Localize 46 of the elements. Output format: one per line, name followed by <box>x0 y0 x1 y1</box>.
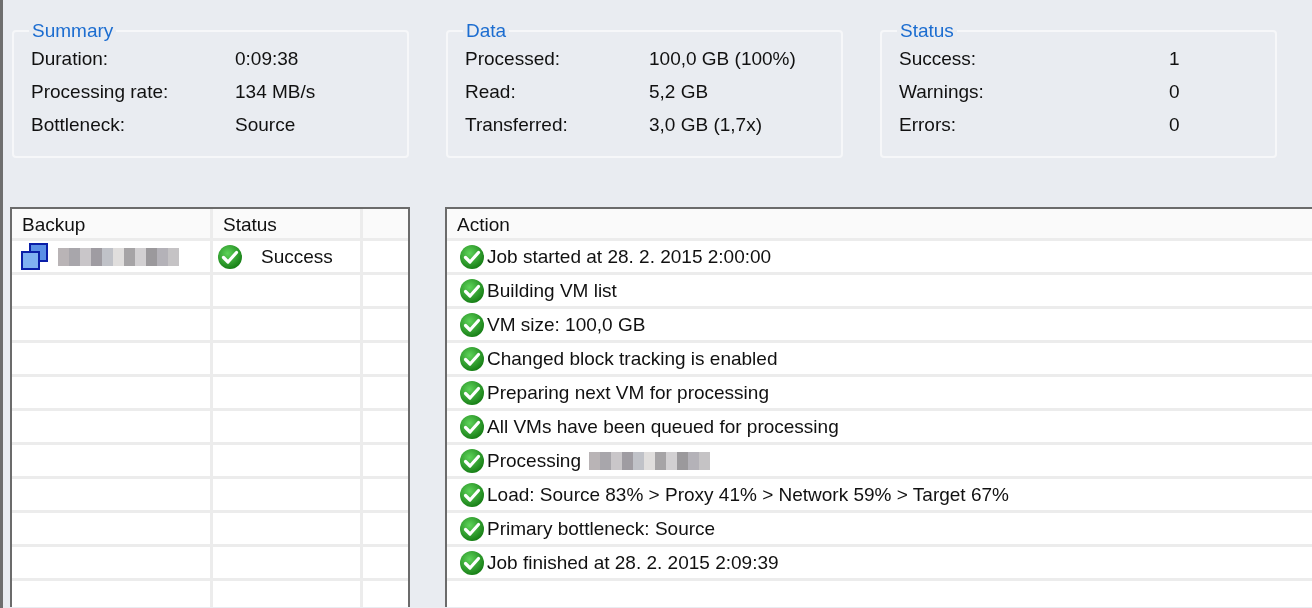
field-label: Duration: <box>31 48 110 70</box>
check-icon <box>459 515 485 542</box>
field-value: 0:09:38 <box>235 48 299 70</box>
field-value: 134 MB/s <box>235 81 316 103</box>
field-value: 0 <box>1169 81 1180 103</box>
field-value: 100,0 GB (100%) <box>649 48 796 70</box>
action-text: Primary bottleneck: Source <box>487 517 716 540</box>
action-text: Job finished at 28. 2. 2015 2:09:39 <box>487 551 779 574</box>
field-label: Bottleneck: <box>31 114 126 136</box>
vm-icon <box>18 241 50 272</box>
check-icon <box>217 243 243 270</box>
action-text: Load: Source 83% > Proxy 41% > Network 59% > Target 67% <box>487 483 1009 506</box>
action-text: Changed block tracking is enabled <box>487 347 778 370</box>
action-text: Preparing next VM for processing <box>487 381 769 404</box>
check-icon <box>459 549 485 576</box>
status-text: Success <box>261 245 333 268</box>
field-value: Source <box>235 114 296 136</box>
action-text: VM size: 100,0 GB <box>487 313 646 336</box>
action-text: Processing <box>487 449 581 472</box>
field-label: Processing rate: <box>31 81 170 103</box>
field-label: Errors: <box>899 114 957 136</box>
check-icon <box>459 243 485 270</box>
field-value: 5,2 GB <box>649 81 709 103</box>
check-icon <box>459 277 485 304</box>
field-label: Success: <box>899 48 978 70</box>
check-icon <box>459 447 485 474</box>
check-icon <box>459 311 485 338</box>
field-value: 3,0 GB (1,7x) <box>649 114 762 136</box>
field-value: 1 <box>1169 48 1180 70</box>
group-title: Data <box>465 20 508 42</box>
column-header[interactable]: Status <box>213 209 363 238</box>
field-label: Warnings: <box>899 81 985 103</box>
column-header[interactable]: Backup <box>12 209 213 238</box>
check-icon <box>459 345 485 372</box>
group-title: Status <box>899 20 955 42</box>
field-label: Read: <box>465 81 517 103</box>
check-icon <box>459 481 485 508</box>
check-icon <box>459 413 485 440</box>
action-text: Job started at 28. 2. 2015 2:00:00 <box>487 245 772 268</box>
action-text: All VMs have been queued for processing <box>487 415 839 438</box>
field-label: Transferred: <box>465 114 569 136</box>
group-title: Summary <box>31 20 115 42</box>
field-label: Processed: <box>465 48 562 70</box>
check-icon <box>459 379 485 406</box>
field-value: 0 <box>1169 114 1180 136</box>
action-text: Building VM list <box>487 279 617 302</box>
